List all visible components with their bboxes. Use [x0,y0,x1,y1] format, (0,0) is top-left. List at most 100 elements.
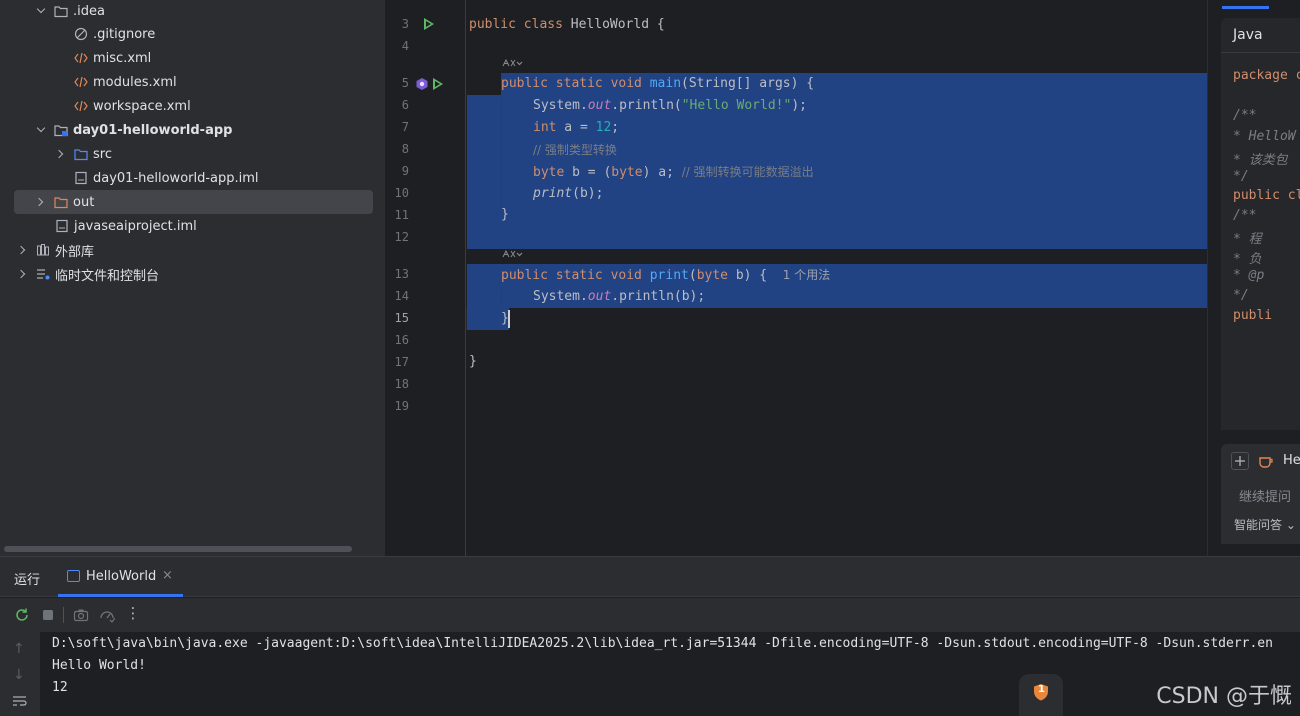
preview-line: /** [1233,108,1257,123]
method-name: print [649,268,689,283]
console-line: D:\soft\java\bin\java.exe -javaagent:D:\… [52,636,1273,651]
tree-item-src[interactable]: src [0,142,385,166]
code-editor[interactable]: public class HelloWorld { public static … [467,0,1207,556]
scratches-icon [36,267,50,281]
text-caret [508,310,510,328]
code-text: ( [688,268,697,283]
keyword: byte [696,268,728,283]
source-folder-icon [74,147,88,161]
indent-guide [501,98,502,210]
line-number: 10 [394,186,409,200]
xml-file-icon [74,75,88,89]
code-text: (String[] args) { [681,76,815,91]
comment: // 强制类型转换 [533,143,617,157]
scroll-down-icon[interactable]: ↓ [13,667,25,683]
xml-file-icon [74,99,88,113]
soft-wrap-icon[interactable] [12,694,28,712]
usages-hint[interactable]: 1 个用法 [783,268,830,282]
tree-item-scratches[interactable]: 临时文件和控制台 [0,262,385,286]
tree-item-project-iml[interactable]: javaseaiproject.iml [0,214,385,238]
ai-assistant-panel: Java package c /** * HelloW * 该类包 */ pub… [1207,0,1300,556]
editor-gutter: 3 4 5 6 7 8 9 10 11 12 13 14 15 16 17 18… [387,0,466,556]
chat-context-chip[interactable]: He [1283,453,1300,468]
code-line-8: // 强制类型转换 [533,140,617,160]
line-number: 12 [394,230,409,244]
code-text: HelloWorld { [562,17,665,32]
code-text: ); [791,98,807,113]
code-line-3: public class HelloWorld { [469,15,665,35]
tree-label: .gitignore [93,26,156,42]
notification-widget[interactable]: 1 [1019,674,1063,716]
mode-label: 智能问答 [1234,518,1283,532]
chevron-right-icon[interactable] [36,197,46,207]
preview-line: package c [1233,68,1300,83]
line-number: 9 [401,164,409,178]
code-vision-icon[interactable] [501,248,523,263]
tab-helloworld[interactable]: HelloWorld × [58,557,183,597]
string-literal: "Hello World!" [681,98,792,113]
library-icon [36,243,50,257]
run-main-icon[interactable] [433,78,443,90]
comment: // 强制转换可能数据溢出 [681,165,814,179]
code-vision-icon[interactable] [501,57,523,72]
tree-item-external-libraries[interactable]: 外部库 [0,238,385,262]
camera-icon[interactable] [73,607,89,623]
code-preview: Java package c /** * HelloW * 该类包 */ pub… [1221,18,1300,430]
code-text: a = [556,120,596,135]
tree-label: .idea [73,3,105,19]
xml-file-icon [74,51,88,65]
close-icon[interactable]: × [162,568,173,583]
tree-label: misc.xml [93,50,152,66]
add-context-button[interactable] [1231,452,1249,470]
profiler-icon[interactable] [99,607,116,623]
code-text: } [469,354,477,369]
tree-item-workspace-xml[interactable]: workspace.xml [0,94,385,118]
line-number: 4 [401,39,409,53]
divider [1221,52,1300,53]
stop-icon[interactable] [40,607,56,623]
chevron-down-icon: ⌄ [1285,518,1296,532]
preview-line: */ [1233,169,1249,184]
tree-item-module-iml[interactable]: day01-helloworld-app.iml [0,166,385,190]
code-text: b = ( [564,165,612,180]
console-line: 12 [52,680,68,695]
line-number-current: 15 [394,311,409,325]
tree-item-modules-xml[interactable]: modules.xml [0,70,385,94]
keyword: public [469,17,516,32]
keyword: byte [611,165,643,180]
console-output[interactable]: D:\soft\java\bin\java.exe -javaagent:D:\… [40,632,1300,716]
scroll-up-icon[interactable]: ↑ [13,641,25,657]
line-number: 6 [401,98,409,112]
keyword: public static void [501,268,650,283]
run-config-icon [67,570,80,582]
excluded-folder-icon [54,195,68,209]
tree-label: 外部库 [55,244,95,260]
ignore-file-icon [74,27,88,41]
tab-label: HelloWorld [86,569,157,584]
chat-input[interactable]: 继续提问 [1239,486,1291,505]
more-options-icon[interactable]: ⋮ [125,604,141,622]
mode-selector[interactable]: 智能问答 ⌄ [1234,516,1296,533]
chevron-down-icon[interactable] [36,125,46,135]
horizontal-scrollbar[interactable] [4,546,352,552]
chevron-right-icon[interactable] [18,269,28,279]
tree-label: day01-helloworld-app.iml [93,170,259,186]
chevron-right-icon[interactable] [56,149,66,159]
ai-debug-icon[interactable] [415,77,429,91]
rerun-icon[interactable] [14,607,30,623]
tree-item-idea[interactable]: .idea [0,0,385,23]
chevron-down-icon[interactable] [36,6,46,16]
static-field: out [587,98,612,113]
tree-item-gitignore[interactable]: .gitignore [0,22,385,46]
tree-label: modules.xml [93,74,177,90]
tree-item-module[interactable]: day01-helloworld-app [0,118,385,142]
code-line-10: print(b); [533,184,603,204]
line-number: 13 [394,267,409,281]
tree-item-out[interactable]: out [14,190,373,214]
method-name: main [649,76,682,91]
tree-item-misc-xml[interactable]: misc.xml [0,46,385,70]
code-line-6: System.out.println("Hello World!"); [533,96,807,116]
run-class-icon[interactable] [424,18,434,30]
project-tool-window: .idea .gitignore misc.xml modules.xml wo… [0,0,386,556]
chevron-right-icon[interactable] [18,245,28,255]
